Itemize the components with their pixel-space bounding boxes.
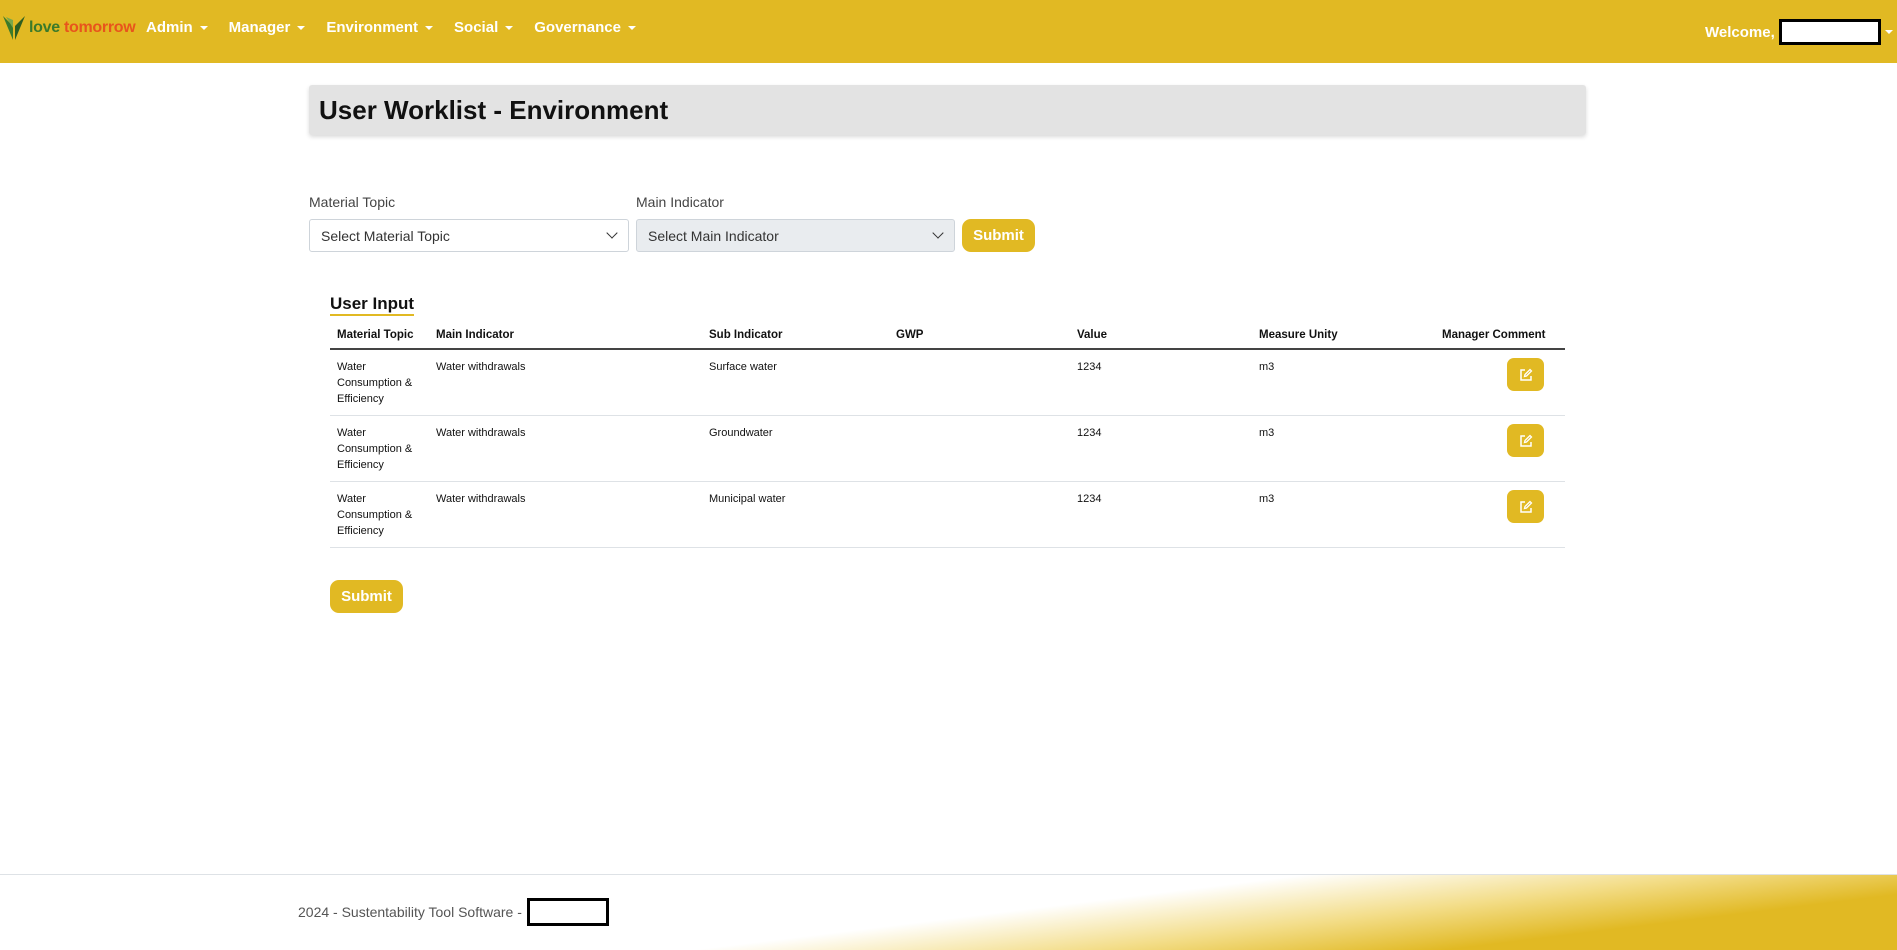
cell-manager-comment xyxy=(1435,415,1565,482)
caret-down-icon xyxy=(627,25,636,30)
welcome-text: Welcome, xyxy=(1705,23,1775,41)
material-topic-selected: Select Material Topic xyxy=(321,227,450,244)
cell-value: 1234 xyxy=(1070,481,1252,548)
header-sub-indicator: Sub Indicator xyxy=(702,325,889,350)
table-row: Water Consumption & Efficiency Water wit… xyxy=(330,415,1565,482)
nav-item-label: Social xyxy=(454,19,499,36)
nav-item-governance[interactable]: Governance xyxy=(534,19,636,36)
table-header-row: Material Topic Main Indicator Sub Indica… xyxy=(330,325,1565,350)
nav-item-label: Governance xyxy=(534,19,621,36)
material-topic-select[interactable]: Select Material Topic xyxy=(309,219,629,252)
chevron-down-icon xyxy=(606,227,618,239)
section-title: User Input xyxy=(330,294,415,316)
user-menu[interactable]: Welcome, xyxy=(1705,19,1893,45)
caret-down-icon xyxy=(505,25,514,30)
cell-material-topic: Water Consumption & Efficiency xyxy=(330,415,429,482)
page-header-card: User Worklist - Environment xyxy=(309,85,1586,135)
cell-main-indicator: Water withdrawals xyxy=(429,415,702,482)
edit-icon xyxy=(1519,500,1532,513)
cell-sub-indicator: Surface water xyxy=(702,349,889,416)
brand-love-text: love xyxy=(29,19,60,36)
header-material-topic: Material Topic xyxy=(330,325,429,350)
cell-measure-unity: m3 xyxy=(1252,415,1435,482)
cell-measure-unity: m3 xyxy=(1252,349,1435,416)
cell-gwp xyxy=(889,415,1070,482)
footer-text: 2024 - Sustentability Tool Software - xyxy=(298,904,522,920)
header-gwp: GWP xyxy=(889,325,1070,350)
page-title: User Worklist - Environment xyxy=(319,95,669,125)
cell-value: 1234 xyxy=(1070,415,1252,482)
nav-item-label: Admin xyxy=(146,19,193,36)
brand-logo[interactable]: love tomorrow xyxy=(2,14,136,42)
redacted-username xyxy=(1778,19,1881,45)
caret-down-icon xyxy=(425,25,434,30)
main-indicator-selected: Select Main Indicator xyxy=(648,227,779,244)
cell-value: 1234 xyxy=(1070,349,1252,416)
cell-manager-comment xyxy=(1435,481,1565,548)
nav-item-label: Manager xyxy=(228,19,291,36)
nav-item-environment[interactable]: Environment xyxy=(326,19,434,36)
material-topic-label: Material Topic xyxy=(309,194,396,210)
nav-menu: Admin Manager Environment Social Governa… xyxy=(146,19,657,36)
table-row: Water Consumption & Efficiency Water wit… xyxy=(330,481,1565,548)
cell-main-indicator: Water withdrawals xyxy=(429,349,702,416)
cell-measure-unity: m3 xyxy=(1252,481,1435,548)
nav-item-manager[interactable]: Manager xyxy=(229,19,306,36)
cell-sub-indicator: Municipal water xyxy=(702,481,889,548)
caret-down-icon xyxy=(297,25,306,30)
header-main-indicator: Main Indicator xyxy=(429,325,702,350)
chevron-down-icon xyxy=(932,227,944,239)
cell-main-indicator: Water withdrawals xyxy=(429,481,702,548)
edit-comment-button[interactable] xyxy=(1507,358,1544,391)
caret-down-icon xyxy=(199,25,208,30)
footer: 2024 - Sustentability Tool Software - xyxy=(0,874,1897,950)
nav-item-label: Environment xyxy=(326,19,419,36)
main-indicator-label: Main Indicator xyxy=(636,194,724,210)
redacted-footer-name xyxy=(526,898,609,926)
top-navbar: love tomorrow Admin Manager Environment … xyxy=(0,0,1897,63)
main-indicator-select[interactable]: Select Main Indicator xyxy=(636,219,955,252)
cell-gwp xyxy=(889,349,1070,416)
leaf-logo-icon xyxy=(3,16,25,40)
table-row: Water Consumption & Efficiency Water wit… xyxy=(330,349,1565,416)
header-measure-unity: Measure Unity xyxy=(1252,325,1435,350)
header-manager-comment: Manager Comment xyxy=(1435,325,1565,350)
cell-material-topic: Water Consumption & Efficiency xyxy=(330,481,429,548)
cell-sub-indicator: Groundwater xyxy=(702,415,889,482)
edit-icon xyxy=(1519,434,1532,447)
submit-button[interactable]: Submit xyxy=(330,580,403,613)
nav-item-social[interactable]: Social xyxy=(454,19,514,36)
header-value: Value xyxy=(1070,325,1252,350)
cell-material-topic: Water Consumption & Efficiency xyxy=(330,349,429,416)
brand-tomorrow-text: tomorrow xyxy=(63,19,136,36)
edit-icon xyxy=(1519,368,1532,381)
user-input-table: Material Topic Main Indicator Sub Indica… xyxy=(330,325,1565,548)
caret-down-icon xyxy=(1884,30,1893,34)
edit-comment-button[interactable] xyxy=(1507,424,1544,457)
nav-item-admin[interactable]: Admin xyxy=(146,19,208,36)
cell-gwp xyxy=(889,481,1070,548)
cell-manager-comment xyxy=(1435,349,1565,416)
filter-submit-button[interactable]: Submit xyxy=(962,219,1035,252)
edit-comment-button[interactable] xyxy=(1507,490,1544,523)
